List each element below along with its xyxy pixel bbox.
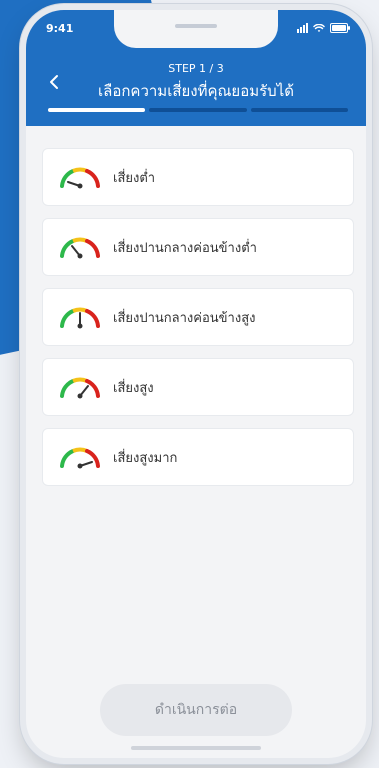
page-title: เลือกความเสี่ยงที่คุณยอมรับได้ [98, 82, 294, 100]
risk-option-label: เสี่ยงสูงมาก [113, 450, 178, 466]
risk-gauge-high-icon [60, 377, 100, 399]
risk-gauge-medium-high-icon [60, 307, 100, 329]
phone-side-button [20, 236, 25, 288]
progress-segment [149, 108, 247, 112]
risk-option-medium-low[interactable]: เสี่ยงปานกลางค่อนข้างต่ำ [42, 218, 354, 276]
risk-option-label: เสี่ยงสูง [113, 380, 154, 396]
risk-option-high[interactable]: เสี่ยงสูง [42, 358, 354, 416]
risk-option-medium-high[interactable]: เสี่ยงปานกลางค่อนข้างสูง [42, 288, 354, 346]
phone-screen: 9:41 STEP 1 / 3 เลือกความเสี่ยงที่คุณยอม… [26, 10, 366, 758]
risk-option-label: เสี่ยงต่ำ [113, 170, 156, 186]
risk-gauge-low-icon [60, 167, 100, 189]
status-icons [297, 23, 350, 33]
battery-icon [330, 23, 350, 33]
risk-gauge-medium-low-icon [60, 237, 100, 259]
phone-side-button [20, 170, 25, 222]
home-indicator [131, 746, 261, 750]
risk-gauge-very-high-icon [60, 447, 100, 469]
risk-option-low[interactable]: เสี่ยงต่ำ [42, 148, 354, 206]
continue-button[interactable]: ดำเนินการต่อ [100, 684, 292, 736]
signal-icon [297, 23, 308, 33]
phone-side-button [20, 115, 25, 151]
progress-segment [250, 108, 348, 112]
wifi-icon [313, 23, 325, 32]
status-time: 9:41 [46, 22, 74, 35]
step-indicator: STEP 1 / 3 [168, 62, 224, 75]
progress-bar [48, 108, 348, 112]
phone-notch [114, 10, 278, 48]
header-bar: 9:41 STEP 1 / 3 เลือกความเสี่ยงที่คุณยอม… [26, 10, 366, 126]
risk-option-label: เสี่ยงปานกลางค่อนข้างสูง [113, 310, 256, 326]
risk-option-list: เสี่ยงต่ำ เสี่ยงปานกลางค่อนข้างต่ำ เสี่ย… [42, 148, 354, 498]
risk-option-label: เสี่ยงปานกลางค่อนข้างต่ำ [113, 240, 257, 256]
risk-option-very-high[interactable]: เสี่ยงสูงมาก [42, 428, 354, 486]
progress-segment [48, 108, 146, 112]
